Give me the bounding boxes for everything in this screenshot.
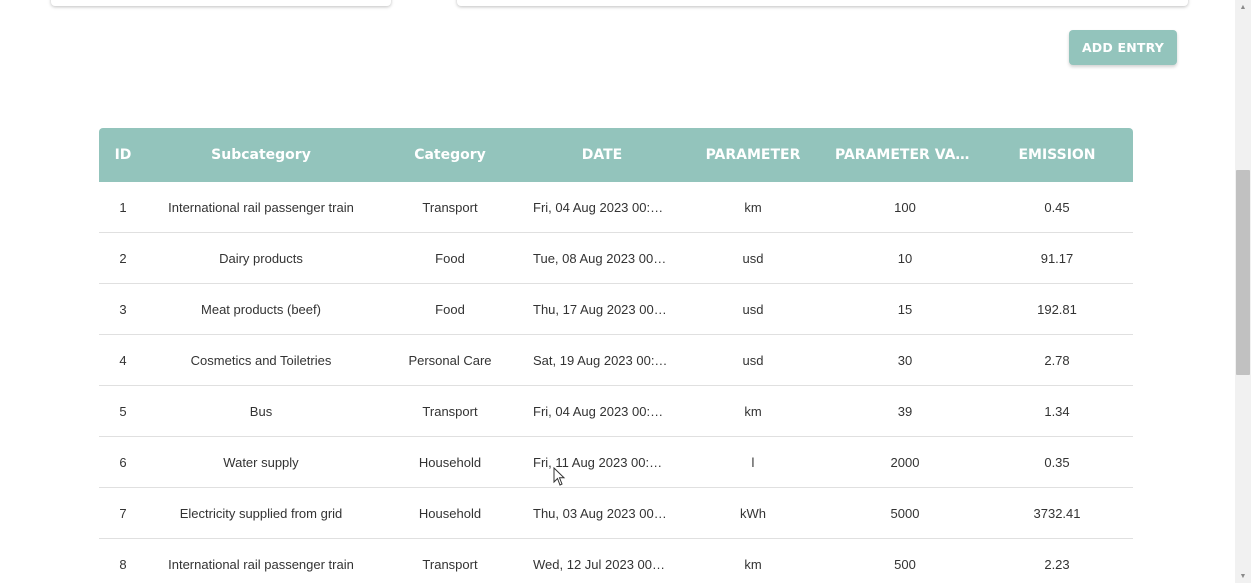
cell-date: Tue, 08 Aug 2023 00… (533, 250, 667, 266)
table-row[interactable]: 2 Dairy products Food Tue, 08 Aug 2023 0… (99, 233, 1133, 284)
cell-category: Personal Care (408, 352, 492, 368)
table-row[interactable]: 3 Meat products (beef) Food Thu, 17 Aug … (99, 284, 1133, 335)
cell-emission: 3732.41 (1033, 505, 1081, 521)
cell-category: Food (435, 250, 465, 266)
cell-emission: 192.81 (1037, 301, 1077, 317)
cell-category: Household (418, 505, 482, 521)
cell-emission: 2.23 (1044, 556, 1070, 572)
mouse-cursor-icon (553, 467, 566, 486)
cell-parameter: usd (742, 352, 764, 368)
cell-emission: 0.35 (1044, 454, 1070, 470)
cell-id: 8 (119, 556, 127, 572)
scroll-down-arrow-icon[interactable]: ▼ (1236, 571, 1250, 581)
cell-subcategory: Electricity supplied from grid (179, 505, 343, 521)
table-row[interactable]: 1 International rail passenger train Tra… (99, 182, 1133, 233)
column-header-parameter-value[interactable]: PARAMETER VAL… (829, 147, 981, 163)
cell-emission: 91.17 (1040, 250, 1074, 266)
cell-parameter-value: 2000 (890, 454, 920, 470)
cell-category: Transport (422, 403, 478, 419)
cell-subcategory: International rail passenger train (168, 556, 354, 572)
cell-date: Fri, 04 Aug 2023 00:… (533, 199, 664, 215)
cell-parameter-value: 15 (897, 301, 913, 317)
cell-category: Food (435, 301, 465, 317)
scroll-up-arrow-icon[interactable]: ▲ (1236, 2, 1250, 12)
scrollbar-thumb[interactable] (1236, 170, 1250, 375)
column-header-date[interactable]: DATE (525, 147, 677, 163)
table-header: ID Subcategory Category DATE PARAMETER P… (99, 128, 1133, 182)
table-row[interactable]: 6 Water supply Household Fri, 11 Aug 202… (99, 437, 1133, 488)
cell-date: Fri, 04 Aug 2023 00:… (533, 403, 664, 419)
column-header-category[interactable]: Category (375, 147, 525, 163)
column-header-parameter[interactable]: PARAMETER (677, 147, 829, 163)
filter-card-right (457, 0, 1188, 6)
cell-date: Fri, 11 Aug 2023 00:… (533, 454, 663, 470)
cell-date: Thu, 17 Aug 2023 00… (533, 301, 667, 317)
cell-parameter: km (744, 403, 762, 419)
cell-id: 4 (119, 352, 127, 368)
cell-id: 6 (119, 454, 127, 470)
cell-id: 3 (119, 301, 127, 317)
column-header-emission[interactable]: EMISSION (981, 147, 1133, 163)
cell-category: Transport (422, 556, 478, 572)
cell-date: Sat, 19 Aug 2023 00:… (533, 352, 668, 368)
cell-subcategory: Meat products (beef) (201, 301, 321, 317)
cell-date: Wed, 12 Jul 2023 00… (533, 556, 666, 572)
cell-id: 7 (119, 505, 127, 521)
table-row[interactable]: 8 International rail passenger train Tra… (99, 539, 1133, 583)
cell-subcategory: Cosmetics and Toiletries (190, 352, 332, 368)
column-header-id[interactable]: ID (99, 147, 147, 163)
cell-id: 2 (119, 250, 127, 266)
emissions-table: ID Subcategory Category DATE PARAMETER P… (99, 128, 1133, 583)
column-header-subcategory[interactable]: Subcategory (147, 147, 375, 163)
cell-parameter: usd (742, 250, 764, 266)
cell-parameter-value: 500 (894, 556, 916, 572)
cell-parameter: kWh (740, 505, 766, 521)
cell-parameter-value: 39 (897, 403, 913, 419)
cell-parameter-value: 100 (894, 199, 916, 215)
page: ADD ENTRY ID Subcategory Category DATE P… (0, 0, 1251, 583)
cell-subcategory: Dairy products (219, 250, 303, 266)
table-row[interactable]: 7 Electricity supplied from grid Househo… (99, 488, 1133, 539)
cell-category: Transport (422, 199, 478, 215)
cell-id: 1 (119, 199, 127, 215)
cell-emission: 0.45 (1044, 199, 1070, 215)
cell-subcategory: International rail passenger train (168, 199, 354, 215)
cell-parameter-value: 30 (897, 352, 913, 368)
filter-card-left (51, 0, 391, 6)
cell-parameter: usd (742, 301, 764, 317)
cell-parameter: km (744, 556, 762, 572)
cell-date: Thu, 03 Aug 2023 00… (533, 505, 667, 521)
cell-parameter: km (744, 199, 762, 215)
cell-emission: 1.34 (1044, 403, 1070, 419)
cell-category: Household (418, 454, 482, 470)
cell-parameter-value: 5000 (890, 505, 920, 521)
cell-subcategory: Bus (249, 403, 273, 419)
cell-parameter-value: 10 (897, 250, 913, 266)
add-entry-button[interactable]: ADD ENTRY (1069, 30, 1177, 65)
cell-parameter: l (751, 454, 755, 470)
cell-id: 5 (119, 403, 127, 419)
cell-subcategory: Water supply (223, 454, 299, 470)
table-row[interactable]: 4 Cosmetics and Toiletries Personal Care… (99, 335, 1133, 386)
cell-emission: 2.78 (1044, 352, 1070, 368)
table-row[interactable]: 5 Bus Transport Fri, 04 Aug 2023 00:… km… (99, 386, 1133, 437)
